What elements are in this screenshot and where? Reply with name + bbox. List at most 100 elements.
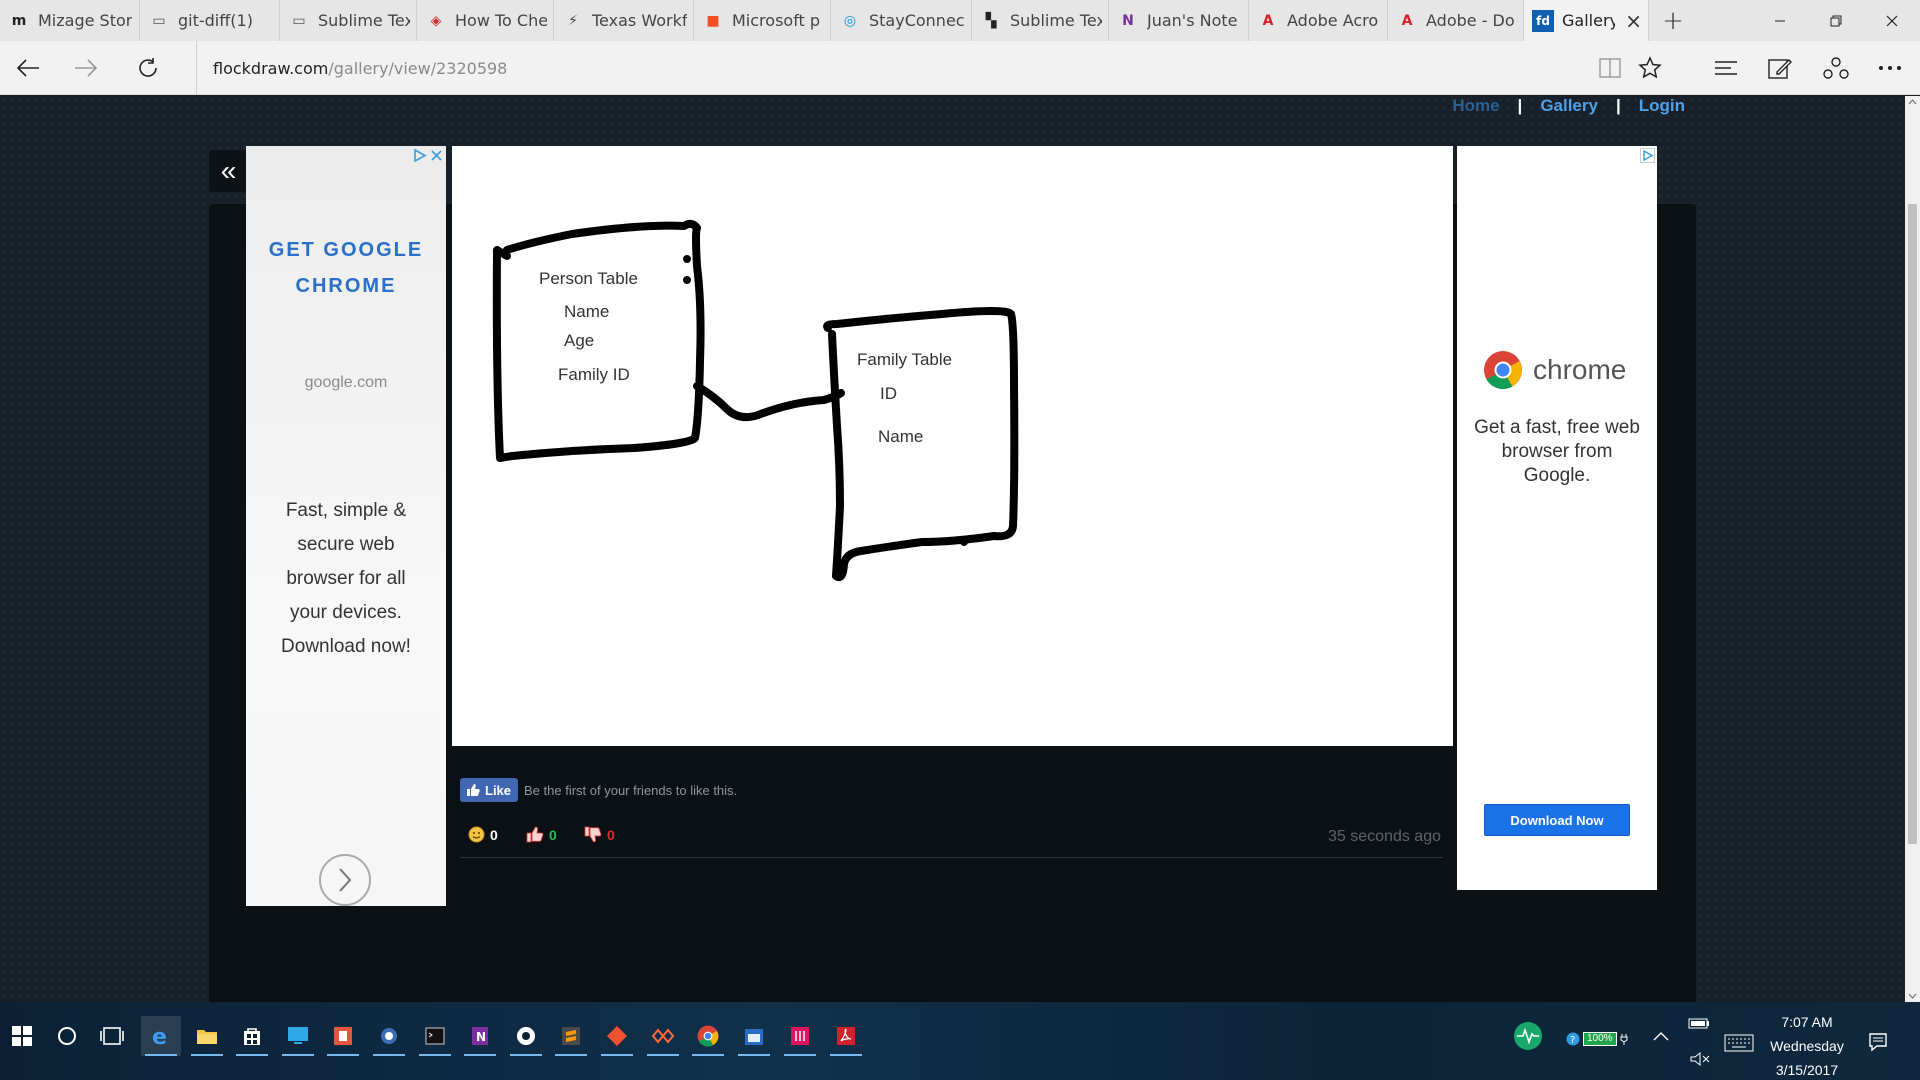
share-button[interactable] xyxy=(1816,49,1856,87)
browser-tab[interactable]: ■ Microsoft p xyxy=(694,0,831,41)
left-ad[interactable]: GET GOOGLE CHROME google.com Fast, simpl… xyxy=(246,146,446,906)
close-ad-icon[interactable] xyxy=(429,148,444,163)
ad-tagline: Get a fast, free web browser from Google… xyxy=(1474,417,1640,486)
nav-login-link[interactable]: Login xyxy=(1639,96,1685,116)
pen-icon xyxy=(1768,59,1792,79)
taskbar-remote[interactable] xyxy=(278,1016,318,1056)
chrome-logo-icon xyxy=(1484,351,1522,390)
thumbs-down-count: 0 xyxy=(607,826,615,843)
terminal-icon xyxy=(425,1027,445,1045)
right-ad[interactable]: chrome Get a fast, free web browser from… xyxy=(1457,146,1657,890)
browser-tab[interactable]: A Adobe Acro xyxy=(1249,0,1388,41)
back-nav-button[interactable] xyxy=(8,49,48,87)
tray-keyboard-button[interactable] xyxy=(1724,1034,1754,1052)
browser-tab[interactable]: ◈ How To Che xyxy=(417,0,554,41)
taskbar-edge[interactable]: e xyxy=(141,1016,181,1056)
tab-title: Microsoft p xyxy=(732,11,821,30)
more-icon xyxy=(1879,66,1901,70)
sublime-icon xyxy=(562,1027,580,1045)
scrollbar-thumb[interactable] xyxy=(1908,204,1917,844)
thumbs-up-count: 0 xyxy=(549,826,557,843)
taskbar-acrobat[interactable] xyxy=(826,1016,866,1056)
nav-home-link[interactable]: Home xyxy=(1452,96,1499,116)
office-icon xyxy=(334,1027,352,1045)
thumbs-down-stat[interactable]: 0 xyxy=(584,826,615,843)
taskbar-app[interactable] xyxy=(506,1016,546,1056)
tray-battery-button[interactable] xyxy=(1688,1016,1710,1030)
family-field: ID xyxy=(880,384,897,403)
taskbar-sublime[interactable] xyxy=(551,1016,591,1056)
thumbs-up-icon xyxy=(467,784,480,796)
download-now-button[interactable]: Download Now xyxy=(1484,804,1630,836)
browser-tab[interactable]: m Mizage Stor xyxy=(0,0,140,41)
hub-button[interactable] xyxy=(1706,49,1746,87)
stats-row: 0 0 0 35 seconds ago xyxy=(460,818,1443,858)
tray-volume-button[interactable] xyxy=(1690,1051,1712,1067)
ad-next-button[interactable] xyxy=(319,854,371,906)
taskbar-git[interactable] xyxy=(597,1016,637,1056)
url-field[interactable]: flockdraw.com/gallery/view/2320598 xyxy=(196,41,1576,95)
tray-battery-status[interactable]: ? 100% xyxy=(1566,1032,1628,1046)
close-window-button[interactable] xyxy=(1864,0,1920,41)
ad-choices[interactable] xyxy=(412,148,444,163)
taskbar-store[interactable] xyxy=(232,1016,272,1056)
taskbar-calendar[interactable] xyxy=(734,1016,774,1056)
url-host: flockdraw.com xyxy=(213,58,329,78)
restore-button[interactable] xyxy=(1808,0,1864,41)
facebook-like-button[interactable]: Like xyxy=(460,778,519,802)
taskbar-file-explorer[interactable] xyxy=(187,1016,227,1056)
browser-tab[interactable]: ▚ Sublime Tex xyxy=(972,0,1109,41)
browser-tab[interactable]: ⚡ Texas Workf xyxy=(554,0,694,41)
scroll-down-icon[interactable] xyxy=(1905,990,1920,1002)
posted-time: 35 seconds ago xyxy=(1328,828,1441,845)
reading-view-button[interactable] xyxy=(1590,49,1630,87)
minimize-button[interactable] xyxy=(1752,0,1808,41)
close-tab-icon[interactable]: × xyxy=(1625,11,1642,31)
thumbs-up-stat[interactable]: 0 xyxy=(526,826,557,843)
scroll-up-icon[interactable] xyxy=(1905,96,1920,108)
favorite-button[interactable] xyxy=(1630,49,1670,87)
volume-muted-icon xyxy=(1690,1051,1710,1067)
tab-title: Mizage Stor xyxy=(38,11,133,30)
browser-tab[interactable]: ▭ Sublime Tex xyxy=(280,0,417,41)
show-hidden-icons[interactable] xyxy=(1641,1016,1681,1056)
task-view-button[interactable] xyxy=(92,1016,132,1056)
forward-nav-button[interactable] xyxy=(66,49,106,87)
browser-tab[interactable]: N Juan's Note xyxy=(1109,0,1249,41)
browser-tab[interactable]: fd Gallery · × xyxy=(1524,0,1649,41)
cortana-icon xyxy=(58,1027,76,1045)
arrow-right-icon xyxy=(75,59,98,77)
web-note-button[interactable] xyxy=(1760,49,1800,87)
taskbar-app-pink[interactable] xyxy=(780,1016,820,1056)
taskbar-office[interactable] xyxy=(323,1016,363,1056)
taskbar-chat[interactable] xyxy=(369,1016,409,1056)
tab-title: Sublime Tex xyxy=(318,11,410,30)
page-scrollbar[interactable] xyxy=(1905,96,1920,1002)
refresh-button[interactable] xyxy=(128,49,168,87)
window-controls xyxy=(1752,0,1920,41)
clock-day: Wednesday xyxy=(1770,1038,1844,1054)
tab-title: How To Che xyxy=(455,11,547,30)
action-center-button[interactable] xyxy=(1868,1032,1888,1052)
tray-health[interactable] xyxy=(1508,1016,1548,1056)
cortana-button[interactable] xyxy=(47,1016,87,1056)
more-button[interactable] xyxy=(1870,49,1910,87)
tab-title: Sublime Tex xyxy=(1010,11,1102,30)
adobe-icon: A xyxy=(1401,12,1413,29)
task-view-icon xyxy=(100,1027,124,1045)
taskbar-onenote[interactable]: N xyxy=(460,1016,500,1056)
hub-icon xyxy=(1715,61,1737,75)
browser-tab[interactable]: ▭ git-diff(1) xyxy=(140,0,280,41)
ad-choices[interactable] xyxy=(1640,148,1655,163)
taskbar-chrome[interactable] xyxy=(688,1016,728,1056)
tray-clock[interactable]: 7:07 AM Wednesday 3/15/2017 xyxy=(1752,1010,1862,1080)
sync-icon xyxy=(651,1028,675,1044)
nav-gallery-link[interactable]: Gallery xyxy=(1540,96,1598,116)
browser-tab[interactable]: ◎ StayConnec xyxy=(831,0,972,41)
new-tab-button[interactable]: + xyxy=(1649,0,1697,41)
browser-tab[interactable]: A Adobe - Do xyxy=(1388,0,1524,41)
smile-stat[interactable]: 0 xyxy=(468,826,498,843)
taskbar-teamviewer[interactable] xyxy=(643,1016,683,1056)
taskbar-terminal[interactable] xyxy=(415,1016,455,1056)
start-button[interactable] xyxy=(2,1016,42,1056)
